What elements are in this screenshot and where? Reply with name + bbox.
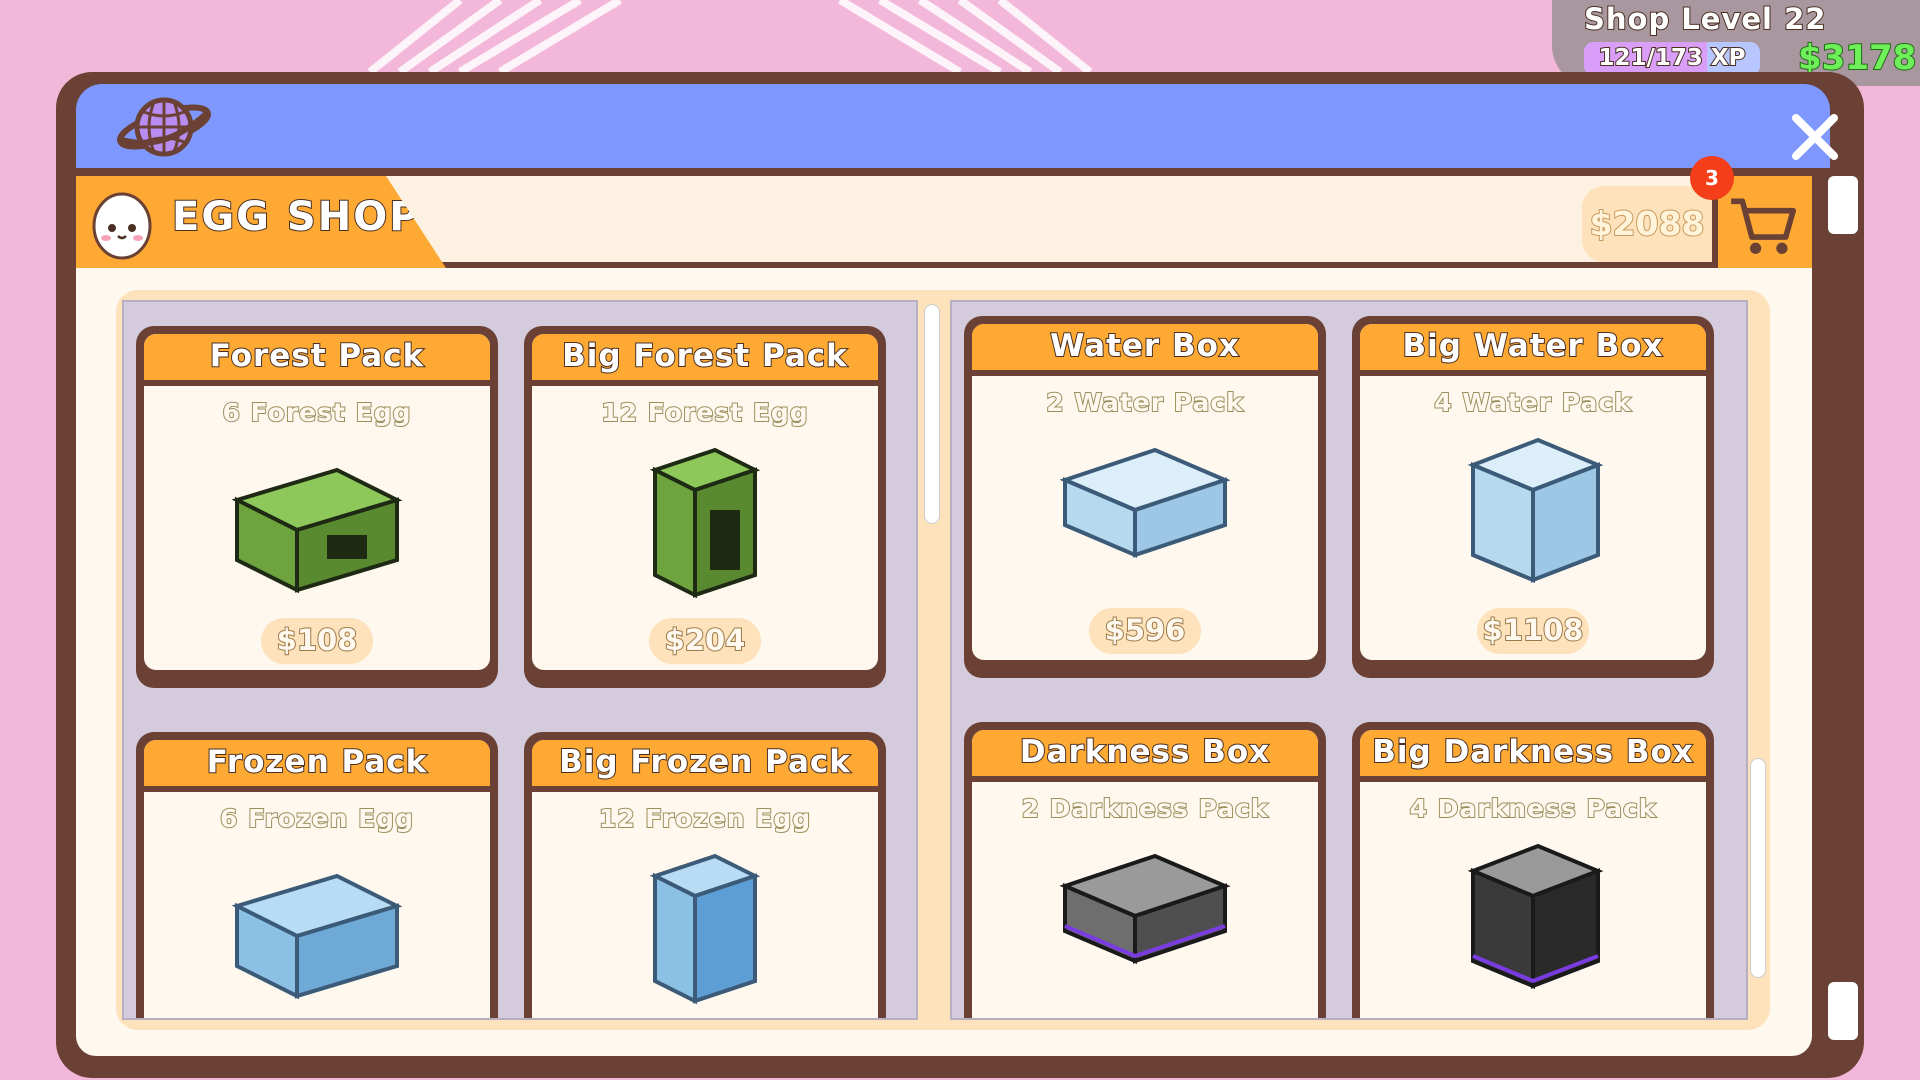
product-card[interactable]: Big Water Box 4 Water Pack $1108 (1352, 316, 1714, 678)
big-water-crate-image (1467, 437, 1604, 583)
product-price: $108 (276, 622, 359, 658)
cart-count-badge: 3 (1690, 156, 1734, 200)
window-title-bar (76, 84, 1830, 168)
product-price: $596 (1104, 612, 1187, 648)
product-title: Frozen Pack (206, 743, 428, 781)
shop-listing-area: Forest Pack 6 Forest Egg $108 Big Forest… (116, 290, 1770, 1030)
product-title: Water Box (1049, 327, 1240, 365)
xp-text: 121/173 XP (1597, 44, 1746, 72)
product-card[interactable]: Big Darkness Box 4 Darkness Pack (1352, 722, 1714, 1018)
window-side-tab-top[interactable] (1828, 176, 1858, 234)
product-price: $1108 (1482, 612, 1585, 648)
product-title: Big Darkness Box (1371, 733, 1694, 771)
shop-balance-text: $2088 (1589, 203, 1706, 244)
egg-shop-window: EGG SHOP $2088 3 Forest Pack 6 Forest Eg… (56, 72, 1864, 1078)
xp-bar: 121/173 XP (1584, 42, 1760, 76)
shop-balance: $2088 (1582, 186, 1712, 262)
product-price: $204 (664, 622, 747, 658)
product-title: Darkness Box (1019, 733, 1271, 771)
product-title: Big Forest Pack (561, 337, 848, 375)
product-card[interactable]: Darkness Box 2 Darkness Pack (964, 722, 1326, 1018)
left-product-panel: Forest Pack 6 Forest Egg $108 Big Forest… (122, 300, 918, 1020)
product-card[interactable]: Big Forest Pack 12 Forest Egg $204 (524, 326, 886, 688)
product-title: Big Frozen Pack (558, 743, 851, 781)
big-frozen-crate-image (649, 853, 761, 1005)
window-side-tab-bottom[interactable] (1828, 982, 1858, 1040)
egg-icon (92, 192, 152, 260)
price-tag: $596 (1089, 608, 1201, 654)
product-contents: 6 Frozen Egg (219, 803, 414, 834)
right-product-panel: Water Box 2 Water Pack $596 Big Water Bo… (950, 300, 1748, 1020)
product-card[interactable]: Forest Pack 6 Forest Egg $108 (136, 326, 498, 688)
product-title: Big Water Box (1401, 327, 1664, 365)
shop-level-label: Shop Level 22 (1583, 1, 1827, 37)
shop-title: EGG SHOP (171, 193, 421, 241)
product-title: Forest Pack (209, 337, 425, 375)
forest-crate-image (231, 467, 403, 594)
product-contents: 6 Forest Egg (221, 397, 412, 428)
water-crate-image (1059, 447, 1231, 559)
product-contents: 4 Water Pack (1433, 387, 1632, 418)
darkness-crate-image (1059, 853, 1231, 965)
price-tag: $108 (261, 618, 373, 664)
product-card[interactable]: Frozen Pack 6 Frozen Egg (136, 732, 498, 1018)
left-panel-scrollbar[interactable] (924, 304, 940, 524)
shop-header: EGG SHOP $2088 3 (76, 156, 1812, 268)
shop-title-tab: EGG SHOP (76, 176, 446, 268)
cart-icon (1731, 198, 1797, 254)
product-contents: 2 Water Pack (1045, 387, 1244, 418)
product-contents: 12 Forest Egg (600, 397, 809, 428)
window-content: EGG SHOP $2088 3 Forest Pack 6 Forest Eg… (76, 156, 1858, 1056)
price-tag: $1108 (1477, 608, 1589, 654)
product-contents: 2 Darkness Pack (1021, 793, 1269, 824)
frozen-crate-image (231, 873, 403, 1000)
product-contents: 12 Frozen Egg (598, 803, 812, 834)
product-card[interactable]: Big Frozen Pack 12 Frozen Egg (524, 732, 886, 1018)
product-card[interactable]: Water Box 2 Water Pack $596 (964, 316, 1326, 678)
big-forest-crate-image (649, 447, 761, 599)
product-contents: 4 Darkness Pack (1409, 793, 1657, 824)
close-icon[interactable] (1788, 110, 1842, 164)
right-panel-scrollbar[interactable] (1750, 758, 1766, 978)
big-darkness-crate-image (1467, 843, 1604, 989)
price-tag: $204 (649, 618, 761, 664)
globe-icon (117, 97, 211, 157)
